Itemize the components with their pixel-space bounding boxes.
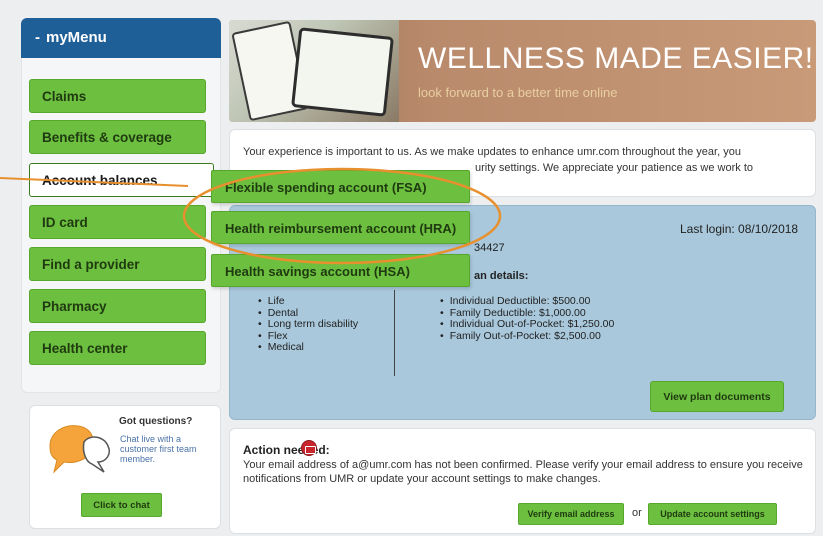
banner-subtitle: look forward to a better time online <box>418 85 618 100</box>
menu-title: myMenu <box>46 29 107 46</box>
plan-details-heading: an details: <box>474 270 529 282</box>
plan-detail-item: Individual Out-of-Pocket: $1,250.00 <box>440 318 615 331</box>
click-to-chat-button[interactable]: Click to chat <box>81 493 162 517</box>
last-login: Last login: 08/10/2018 <box>680 222 799 236</box>
member-id: 34427 <box>474 242 505 254</box>
divider <box>394 290 395 376</box>
menu-item-claims[interactable]: Claims <box>29 79 206 113</box>
menu-item-account-balances[interactable]: Account balances <box>29 163 214 197</box>
chat-bubble-icon <box>49 425 110 474</box>
mail-alert-icon <box>301 440 317 456</box>
menu-item-benefits[interactable]: Benefits & coverage <box>29 120 206 154</box>
submenu-item-fsa[interactable]: Flexible spending account (FSA) <box>211 170 470 203</box>
plan-detail-item: Family Out-of-Pocket: $2,500.00 <box>440 330 614 343</box>
plan-detail-item: Individual Deductible: $500.00 <box>440 295 614 308</box>
coverage-list: Life Dental Long term disability Flex Me… <box>258 295 358 354</box>
action-text: Your email address of a@umr.com has not … <box>243 459 803 485</box>
notice-line-1: Your experience is important to us. As w… <box>243 146 741 158</box>
coverage-item: Life <box>258 295 358 308</box>
menu-header: - myMenu <box>21 18 221 58</box>
questions-text: Chat live with a customer first team mem… <box>120 434 197 464</box>
menu-item-find-provider[interactable]: Find a provider <box>29 247 206 281</box>
tablet-image <box>291 27 394 117</box>
submenu-item-hsa[interactable]: Health savings account (HSA) <box>211 254 470 287</box>
update-account-settings-button[interactable]: Update account settings <box>648 503 777 525</box>
menu-item-pharmacy[interactable]: Pharmacy <box>29 289 206 323</box>
or-text: or <box>632 507 642 519</box>
plan-details-list: Individual Deductible: $500.00 Family De… <box>440 295 615 343</box>
menu-item-id-card[interactable]: ID card <box>29 205 206 239</box>
view-plan-documents-button[interactable]: View plan documents <box>650 381 784 412</box>
verify-email-button[interactable]: Verify email address <box>518 503 624 525</box>
submenu-item-hra[interactable]: Health reimbursement account (HRA) <box>211 211 470 244</box>
questions-title: Got questions? <box>119 416 193 427</box>
banner-title: WELLNESS MADE EASIER! <box>418 42 814 75</box>
coverage-item: Medical <box>258 341 358 354</box>
coverage-item: Long term disability <box>258 318 358 331</box>
menu-dash-icon: - <box>35 29 40 46</box>
menu-item-health-center[interactable]: Health center <box>29 331 206 365</box>
